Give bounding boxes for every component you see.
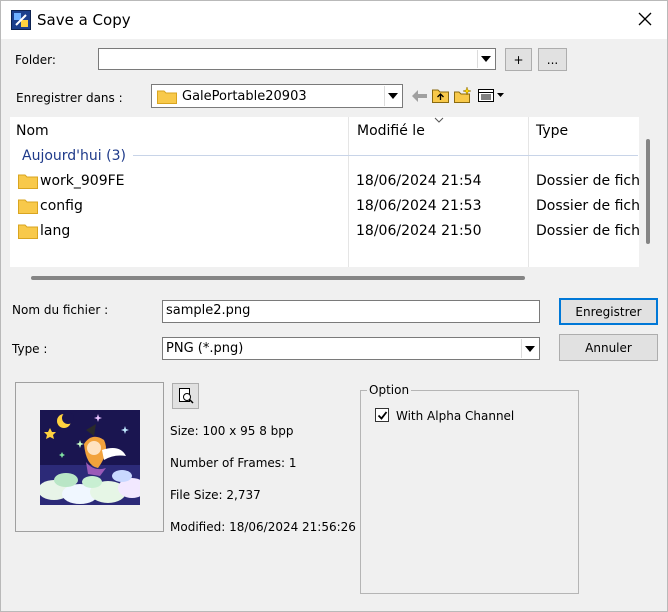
close-icon <box>638 12 652 26</box>
alpha-channel-label[interactable]: With Alpha Channel <box>396 409 514 423</box>
folder-icon <box>157 90 177 104</box>
horizontal-scrollbar[interactable] <box>31 276 525 280</box>
preview-frames: Number of Frames: 1 <box>170 456 297 470</box>
filetype-combo[interactable]: PNG (*.png) <box>162 337 540 360</box>
chevron-down-icon[interactable] <box>521 339 538 358</box>
vertical-scrollbar[interactable] <box>646 139 650 244</box>
cancel-button[interactable]: Annuler <box>559 334 658 361</box>
save-copy-dialog: Save a Copy Folder: + ... Enregistrer da… <box>0 0 668 612</box>
file-modified: 18/06/2024 21:50 <box>356 223 482 239</box>
chevron-down-icon[interactable] <box>384 86 401 106</box>
check-icon <box>377 411 388 420</box>
close-button[interactable] <box>633 7 657 31</box>
back-icon[interactable] <box>410 87 430 105</box>
add-folder-button[interactable]: + <box>505 48 532 71</box>
list-item[interactable]: work_909FE 18/06/2024 21:54 Dossier de f… <box>10 170 639 195</box>
folder-icon <box>18 199 38 214</box>
sort-chevron-icon <box>434 117 444 123</box>
preview-zoom-button[interactable] <box>172 383 199 409</box>
save-in-value: GalePortable20903 <box>182 89 307 104</box>
file-modified: 18/06/2024 21:54 <box>356 173 482 189</box>
preview-file-size: File Size: 2,737 <box>170 488 261 502</box>
group-header-today[interactable]: Aujourd'hui (3) <box>22 148 126 164</box>
column-header-type[interactable]: Type <box>536 123 568 139</box>
preview-size: Size: 100 x 95 8 bpp <box>170 424 294 438</box>
title-bar: Save a Copy <box>1 1 667 39</box>
save-button[interactable]: Enregistrer <box>559 298 658 325</box>
app-icon <box>11 10 31 30</box>
folder-icon <box>18 174 38 189</box>
save-in-label: Enregistrer dans : <box>16 91 123 105</box>
filetype-label: Type : <box>12 342 48 356</box>
column-header-name[interactable]: Nom <box>16 123 49 139</box>
preview-modified: Modified: 18/06/2024 21:56:26 <box>170 520 356 534</box>
file-type: Dossier de fichi <box>536 223 639 239</box>
file-type: Dossier de fichi <box>536 198 639 214</box>
browse-folder-button[interactable]: ... <box>538 48 567 71</box>
file-type: Dossier de fichi <box>536 173 639 189</box>
window-title: Save a Copy <box>37 11 131 29</box>
save-in-combo[interactable]: GalePortable20903 <box>151 84 403 108</box>
preview-panel <box>15 382 164 532</box>
group-divider <box>133 155 638 156</box>
folder-combo[interactable] <box>98 48 496 70</box>
filename-input[interactable]: sample2.png <box>162 300 540 323</box>
folder-label: Folder: <box>15 53 56 67</box>
chevron-down-icon[interactable] <box>477 50 494 68</box>
file-name: lang <box>40 223 71 239</box>
image-preview <box>40 410 140 505</box>
alpha-channel-checkbox[interactable] <box>375 408 389 422</box>
new-folder-icon[interactable] <box>453 86 473 104</box>
preview-zoom-icon <box>178 388 194 404</box>
view-menu-icon[interactable] <box>477 86 507 104</box>
column-header-modified[interactable]: Modifié le <box>357 123 425 139</box>
list-item[interactable]: lang 18/06/2024 21:50 Dossier de fichi <box>10 220 639 245</box>
filetype-value: PNG (*.png) <box>166 341 244 356</box>
up-folder-icon[interactable] <box>431 86 451 104</box>
file-list[interactable]: Nom Modifié le Type Aujourd'hui (3) work… <box>10 117 639 267</box>
option-group-title: Option <box>367 383 412 397</box>
file-name: work_909FE <box>40 173 125 189</box>
file-name: config <box>40 198 83 214</box>
file-modified: 18/06/2024 21:53 <box>356 198 482 214</box>
list-item[interactable]: config 18/06/2024 21:53 Dossier de fichi <box>10 195 639 220</box>
filename-label: Nom du fichier : <box>12 303 109 317</box>
folder-icon <box>18 224 38 239</box>
